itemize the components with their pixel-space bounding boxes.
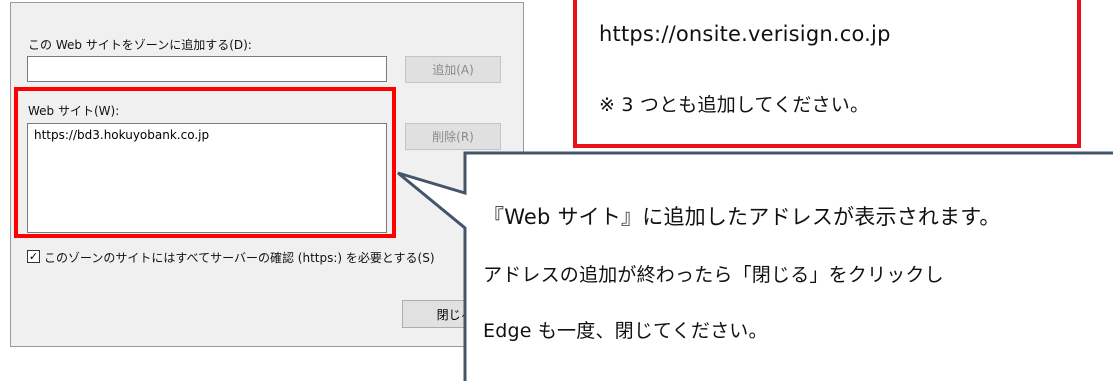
callout-line-1: 『Web サイト』に追加したアドレスが表示されます。 xyxy=(483,205,1001,229)
callout-line-3: Edge も一度、閉じてください。 xyxy=(483,320,768,342)
callout-line-2: アドレスの追加が終わったら「閉じる」をクリックし xyxy=(483,264,944,286)
